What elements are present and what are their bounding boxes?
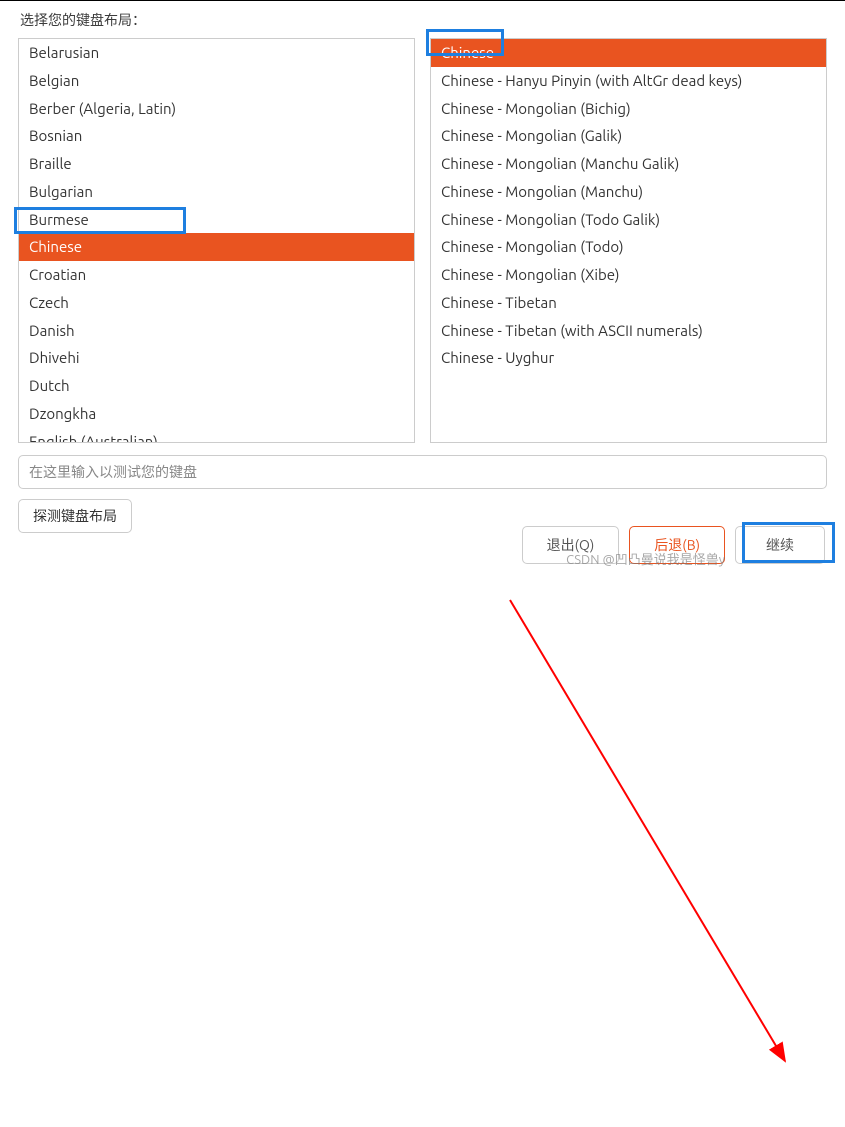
language-list-item[interactable]: Burmese	[19, 206, 414, 234]
language-list-item[interactable]: Dutch	[19, 372, 414, 400]
quit-button[interactable]: 退出(Q)	[522, 526, 620, 564]
variant-list-item[interactable]: Chinese - Mongolian (Manchu)	[431, 178, 826, 206]
language-list-item[interactable]: English (Australian)	[19, 428, 414, 444]
title-label: 选择您的键盘布局：	[18, 10, 827, 30]
language-list-item[interactable]: Danish	[19, 317, 414, 345]
variant-list-item[interactable]: Chinese	[431, 39, 826, 67]
bottom-button-bar: 退出(Q) 后退(B) 继续	[522, 526, 825, 564]
annotation-arrow	[0, 551, 845, 1127]
variant-list-item[interactable]: Chinese - Mongolian (Xibe)	[431, 261, 826, 289]
variant-list-item[interactable]: Chinese - Mongolian (Bichig)	[431, 95, 826, 123]
language-list-item[interactable]: Bulgarian	[19, 178, 414, 206]
variant-list-item[interactable]: Chinese - Mongolian (Galik)	[431, 122, 826, 150]
variant-list-item[interactable]: Chinese - Tibetan	[431, 289, 826, 317]
language-list[interactable]: BelarusianBelgianBerber (Algeria, Latin)…	[18, 38, 415, 443]
language-list-item[interactable]: Czech	[19, 289, 414, 317]
variant-list-item[interactable]: Chinese - Mongolian (Manchu Galik)	[431, 150, 826, 178]
layout-lists: BelarusianBelgianBerber (Algeria, Latin)…	[18, 38, 827, 443]
language-list-item[interactable]: Bosnian	[19, 122, 414, 150]
variant-list-item[interactable]: Chinese - Uyghur	[431, 344, 826, 372]
keyboard-test-input[interactable]	[18, 455, 827, 489]
language-list-item[interactable]: Dhivehi	[19, 344, 414, 372]
language-list-item[interactable]: Dzongkha	[19, 400, 414, 428]
language-list-item[interactable]: Braille	[19, 150, 414, 178]
variant-list-item[interactable]: Chinese - Mongolian (Todo Galik)	[431, 206, 826, 234]
continue-button[interactable]: 继续	[735, 526, 825, 564]
back-button[interactable]: 后退(B)	[629, 526, 725, 564]
language-list-item[interactable]: Chinese	[19, 233, 414, 261]
variant-list-item[interactable]: Chinese - Mongolian (Todo)	[431, 233, 826, 261]
variant-list[interactable]: ChineseChinese - Hanyu Pinyin (with AltG…	[430, 38, 827, 443]
language-list-item[interactable]: Belgian	[19, 67, 414, 95]
language-list-item[interactable]: Berber (Algeria, Latin)	[19, 95, 414, 123]
keyboard-layout-dialog: 选择您的键盘布局： BelarusianBelgianBerber (Alger…	[0, 0, 845, 551]
variant-list-item[interactable]: Chinese - Tibetan (with ASCII numerals)	[431, 317, 826, 345]
language-list-item[interactable]: Croatian	[19, 261, 414, 289]
variant-list-item[interactable]: Chinese - Hanyu Pinyin (with AltGr dead …	[431, 67, 826, 95]
detect-layout-button[interactable]: 探测键盘布局	[18, 499, 132, 533]
language-list-item[interactable]: Belarusian	[19, 39, 414, 67]
